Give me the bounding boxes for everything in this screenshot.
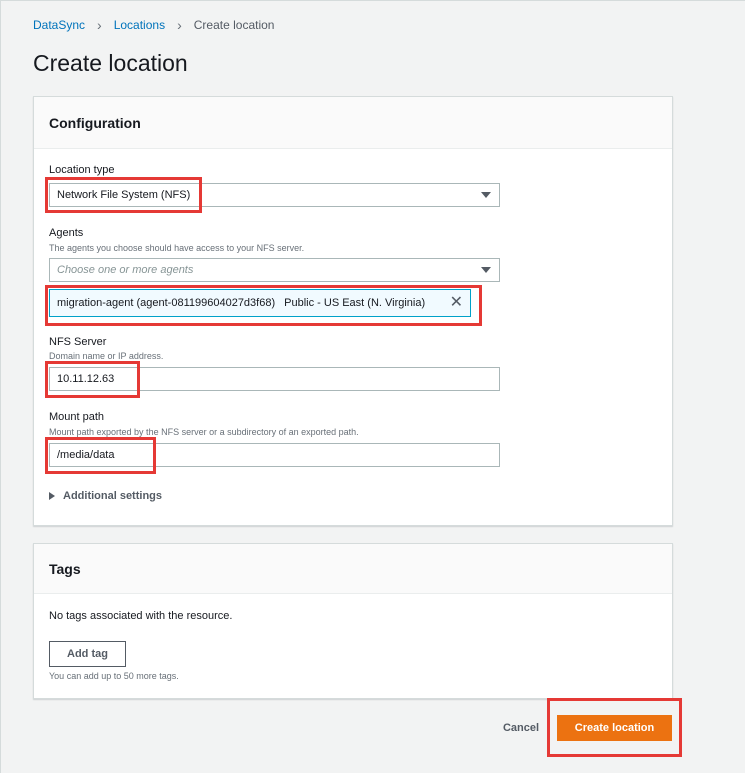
caret-right-icon [49,492,55,500]
breadcrumb: DataSync › Locations › Create location [33,18,274,32]
agents-label: Agents [49,227,84,239]
tags-header: Tags [34,544,672,594]
add-tag-button[interactable]: Add tag [49,641,126,667]
selected-agent-name: migration-agent (agent-081199604027d3f68… [57,297,276,309]
mount-path-value: /media/data [57,449,115,461]
tags-hint: You can add up to 50 more tags. [49,671,179,681]
selected-agent-endpoint: Public - US East (N. Virginia) [284,297,426,309]
left-border [0,0,1,773]
caret-down-icon [481,192,491,198]
create-location-button[interactable]: Create location [557,715,672,741]
close-icon[interactable]: ✕ [450,295,463,311]
location-type-value: Network File System (NFS) [57,189,191,201]
chevron-right-icon: › [97,17,102,33]
cancel-button[interactable]: Cancel [496,716,546,740]
agents-select[interactable]: Choose one or more agents [49,258,500,282]
mount-path-label: Mount path [49,411,105,423]
additional-settings-label: Additional settings [63,490,162,502]
configuration-title: Configuration [49,115,141,131]
top-border [0,0,745,1]
selected-agent-token: migration-agent (agent-081199604027d3f68… [49,289,471,317]
chevron-right-icon: › [177,17,182,33]
breadcrumb-current: Create location [193,18,275,32]
agents-placeholder: Choose one or more agents [57,264,194,276]
agents-description: The agents you choose should have access… [49,243,305,253]
breadcrumb-locations[interactable]: Locations [114,18,165,32]
location-type-select[interactable]: Network File System (NFS) [49,183,500,207]
configuration-header: Configuration [34,97,672,149]
page-title: Create location [33,50,188,76]
additional-settings-toggle[interactable]: Additional settings [49,490,162,502]
nfs-server-description: Domain name or IP address. [49,351,164,361]
tags-empty-message: No tags associated with the resource. [49,610,233,622]
tags-title: Tags [49,561,81,577]
mount-path-description: Mount path exported by the NFS server or… [49,427,359,437]
nfs-server-value: 10.11.12.63 [57,373,115,385]
nfs-server-label: NFS Server [49,336,107,348]
mount-path-input[interactable]: /media/data [49,443,500,467]
location-type-label: Location type [49,164,115,176]
nfs-server-input[interactable]: 10.11.12.63 [49,367,500,391]
caret-down-icon [481,267,491,273]
breadcrumb-datasync[interactable]: DataSync [33,18,85,32]
